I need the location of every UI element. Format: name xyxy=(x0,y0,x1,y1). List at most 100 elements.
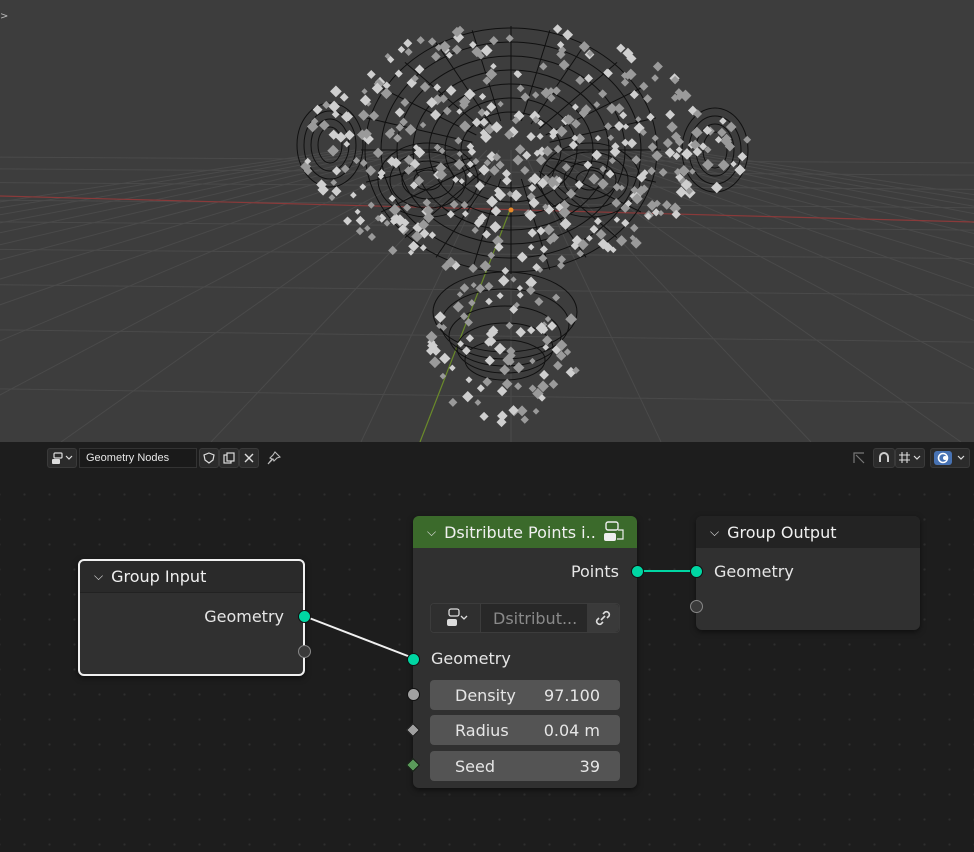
point-instance xyxy=(474,399,482,406)
point-instance xyxy=(520,92,530,102)
object-origin xyxy=(508,207,514,213)
output-geometry-socket[interactable] xyxy=(298,610,311,623)
snap-mode-selector[interactable] xyxy=(895,448,925,468)
point-instance xyxy=(439,352,451,365)
mode-type-selector[interactable] xyxy=(431,604,481,632)
node-header[interactable]: ⌵ Group Output xyxy=(696,516,920,548)
point-instance xyxy=(365,165,377,177)
point-instance xyxy=(471,117,482,128)
point-instance xyxy=(516,84,525,93)
node-editor-icon xyxy=(52,452,73,464)
node-header[interactable]: ⌵ Dsitribute Points i.. xyxy=(413,516,637,548)
distribute-mode-dropdown[interactable]: Dsitribut... xyxy=(430,603,620,633)
distribute-points-node[interactable]: ⌵ Dsitribute Points i.. Points Dsitribut… xyxy=(405,516,644,788)
node-tree-name-field[interactable]: Geometry Nodes xyxy=(79,448,197,468)
collapse-chevron-icon[interactable]: ⌵ xyxy=(427,525,436,540)
collapse-chevron-icon[interactable]: ⌵ xyxy=(94,569,103,584)
point-instance xyxy=(355,227,365,236)
point-instance xyxy=(536,226,546,236)
point-instance xyxy=(459,283,470,293)
point-instance xyxy=(456,291,464,298)
node-header[interactable]: ⌵ Group Input xyxy=(80,561,303,593)
editor-type-selector[interactable] xyxy=(47,448,77,468)
collapse-chevron-icon[interactable]: ⌵ xyxy=(710,525,719,540)
input-geometry-socket[interactable] xyxy=(690,565,703,578)
duplicate-icon xyxy=(223,452,235,464)
point-instance xyxy=(380,87,393,100)
empty-output-socket[interactable] xyxy=(298,645,311,658)
group-output-node[interactable]: ⌵ Group Output Geometry xyxy=(690,516,920,630)
parent-node-tree-button[interactable] xyxy=(849,448,869,468)
point-instance xyxy=(552,86,561,96)
3d-viewport[interactable]: > xyxy=(0,0,974,442)
point-instance xyxy=(556,261,565,270)
output-points-socket[interactable] xyxy=(631,565,644,578)
point-instance xyxy=(466,171,473,178)
point-instance xyxy=(527,228,538,238)
point-instance xyxy=(361,88,368,95)
point-instance xyxy=(520,165,530,176)
point-instance xyxy=(584,73,594,83)
point-instance xyxy=(651,74,659,82)
parent-icon xyxy=(853,452,865,464)
point-instance xyxy=(501,266,510,275)
fake-user-button[interactable] xyxy=(199,448,219,468)
point-instance xyxy=(364,225,371,232)
point-instance xyxy=(514,70,523,79)
toolbar-toggle-icon[interactable]: > xyxy=(0,11,8,22)
point-instance xyxy=(626,138,637,149)
node-editor-canvas[interactable]: ⌵ Group Input Geometry ⌵ Dsitribute Poin… xyxy=(0,474,974,852)
point-instance xyxy=(403,38,413,48)
point-instance xyxy=(714,136,723,144)
point-instance xyxy=(514,382,523,391)
point-instance xyxy=(330,85,342,98)
overlay-icon xyxy=(934,451,965,465)
shield-icon xyxy=(203,452,215,464)
density-socket[interactable] xyxy=(407,688,420,701)
overlay-toggle[interactable] xyxy=(930,448,970,468)
point-instance xyxy=(416,36,425,45)
point-instance xyxy=(611,198,622,208)
point-instance xyxy=(354,208,361,215)
radius-field[interactable]: Radius 0.04 m xyxy=(430,715,620,745)
radius-socket[interactable] xyxy=(405,722,421,738)
point-instance xyxy=(459,120,471,133)
point-instance xyxy=(515,144,526,155)
empty-input-socket[interactable] xyxy=(690,600,703,613)
density-label: Density xyxy=(455,685,516,705)
point-instance xyxy=(559,217,572,230)
duplicate-tree-button[interactable] xyxy=(219,448,239,468)
density-field[interactable]: Density 97.100 xyxy=(430,680,620,710)
point-instance xyxy=(496,292,504,300)
snap-toggle[interactable] xyxy=(873,448,895,468)
point-instance xyxy=(358,109,370,121)
node-tree-icon xyxy=(446,608,467,626)
group-input-node[interactable]: ⌵ Group Input Geometry xyxy=(78,559,311,676)
point-instance xyxy=(470,282,477,289)
link-button[interactable] xyxy=(587,604,619,632)
point-instance xyxy=(527,243,535,251)
point-instance xyxy=(318,120,330,131)
point-instance xyxy=(368,110,380,121)
snap-icon xyxy=(879,452,889,462)
point-instance xyxy=(497,100,504,108)
point-instance xyxy=(548,379,559,390)
pin-button[interactable] xyxy=(264,448,284,468)
close-icon xyxy=(244,453,254,463)
point-instance xyxy=(479,411,489,422)
point-instance xyxy=(585,234,593,242)
seed-socket[interactable] xyxy=(405,757,421,773)
point-instance xyxy=(651,134,659,142)
density-value: 97.100 xyxy=(544,685,600,705)
seed-field[interactable]: Seed 39 xyxy=(430,751,620,781)
input-geometry-label: Geometry xyxy=(714,562,794,581)
point-instance xyxy=(571,103,579,111)
point-instance xyxy=(589,224,599,234)
link-icon xyxy=(595,610,611,626)
point-instance xyxy=(588,173,600,185)
unlink-tree-button[interactable] xyxy=(239,448,259,468)
point-instance xyxy=(462,391,474,403)
point-instance xyxy=(534,297,544,307)
input-geometry-socket[interactable] xyxy=(407,653,420,666)
mode-value: Dsitribut... xyxy=(493,608,578,628)
